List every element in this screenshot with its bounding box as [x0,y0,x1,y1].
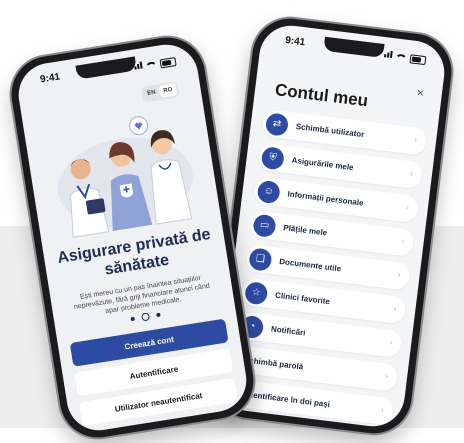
shield-icon: ⛨ [260,145,286,171]
document-icon: ❏ [248,246,273,272]
menu-item-label: Asigurările mele [291,155,355,173]
close-button[interactable]: × [416,85,425,100]
wifi-icon [144,61,158,71]
account-menu-list: ⇄ Schimbă utilizator › ⛨ Asigurările mele › ☺ I… [227,108,428,430]
chevron-right-icon: › [405,201,410,213]
battery-icon [409,54,427,66]
status-time: 9:41 [284,34,306,49]
menu-item-label: Autentificare în doi pași [239,389,331,410]
pager-dot-active[interactable] [140,312,150,322]
star-icon: ☆ [244,280,269,306]
person-icon: ☺ [256,179,281,204]
language-switch[interactable]: EN RO [140,81,180,103]
menu-item-label: Clinici favorite [274,290,331,307]
chevron-right-icon: › [413,134,418,145]
menu-item-label: Notificări [270,324,306,338]
signal-icon [383,49,393,61]
wifi-icon [394,53,408,63]
menu-item-label: Schimbă utilizator [295,121,365,140]
status-time: 9:41 [39,71,61,86]
lang-option-ro[interactable]: RO [158,83,178,98]
page-title: Contul meu [274,80,370,111]
chevron-right-icon: › [388,336,393,348]
chevron-right-icon: › [392,303,398,314]
chevron-right-icon: › [384,370,389,381]
chevron-right-icon: › [401,235,406,246]
battery-icon [159,57,177,69]
pager-dot[interactable] [155,312,161,318]
status-icons [383,49,427,66]
card-icon: ▭ [252,213,277,238]
chevron-right-icon: › [396,269,402,280]
menu-item-label: Plățile mele [282,223,328,238]
switch-user-icon: ⇄ [264,111,290,137]
lang-option-en[interactable]: EN [142,86,160,100]
menu-item-label: Informații personale [287,189,365,208]
menu-item-label: Documente utile [278,256,342,274]
menu-item-label: Schimbă parolă [243,355,304,372]
status-icons [134,55,177,72]
doctors-illustration [57,116,193,238]
chevron-right-icon: › [380,404,385,415]
pager-dot[interactable] [129,316,135,322]
chevron-right-icon: › [409,168,414,179]
